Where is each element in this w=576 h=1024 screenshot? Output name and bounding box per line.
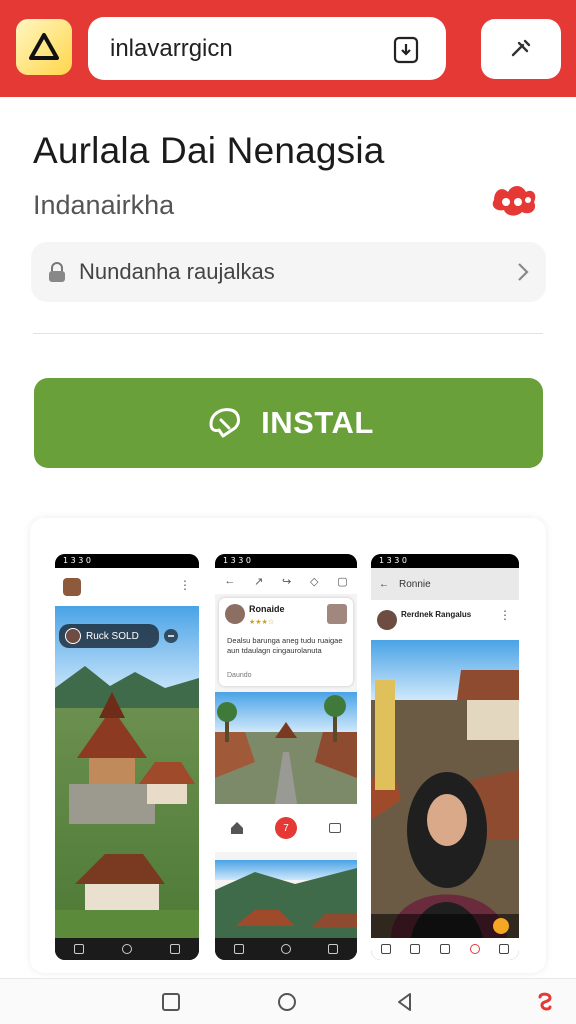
screenshots-carousel[interactable]: 1 3 3 0 ⋮ Ruck SOLD 1 3 3 0 ← ↗ ↪ ◇ ▢ Ro…	[30, 518, 546, 973]
app-header: ← Ronnie	[371, 568, 519, 600]
square-icon[interactable]	[170, 944, 180, 954]
app-header: ⋮	[55, 568, 199, 606]
post-thumbnail	[327, 604, 347, 624]
browser-logo-icon[interactable]	[16, 19, 72, 75]
more-icon[interactable]: ⋮	[499, 608, 511, 622]
browser-toolbar: inlavarrgicn	[0, 0, 576, 97]
app-developer[interactable]: Indanairkha	[33, 190, 174, 221]
recent-apps-icon[interactable]	[160, 991, 182, 1013]
bottom-nav	[371, 938, 519, 960]
home-icon[interactable]	[276, 991, 298, 1013]
circle-icon[interactable]	[280, 944, 291, 954]
header-title: Ronnie	[399, 578, 431, 590]
app-info-text: Nundanha raujalkas	[79, 259, 275, 284]
app-title: Aurlala Dai Nenagsia	[33, 130, 385, 171]
install-button[interactable]: INSTAL	[34, 378, 543, 468]
screenshot-3[interactable]: 1 3 3 0 ← Ronnie Rerdnek Rangalus ⋮	[371, 554, 519, 960]
back-icon[interactable]	[394, 991, 416, 1013]
tools-icon	[511, 39, 531, 57]
screenshot-screen: ← ↗ ↪ ◇ ▢ Ronaide ★★★☆ Dealsu barunga an…	[215, 568, 357, 938]
home-icon[interactable]	[74, 944, 84, 954]
home-icon[interactable]	[380, 944, 391, 954]
post-caption: Dealsu barunga aneg tudu ruaigae aun tda…	[227, 636, 343, 655]
install-label: INSTAL	[261, 405, 374, 440]
screenshot-2[interactable]: 1 3 3 0 ← ↗ ↪ ◇ ▢ Ronaide ★★★☆ Dealsu ba…	[215, 554, 357, 960]
more-icon: ⋮	[179, 578, 191, 592]
house-illustration	[55, 854, 199, 938]
village-photo	[215, 868, 357, 938]
forward-icon[interactable]: ↪	[282, 575, 291, 588]
lock-icon	[49, 262, 65, 282]
screenshot-1[interactable]: 1 3 3 0 ⋮ Ruck SOLD	[55, 554, 199, 960]
rating-stars: ★★★☆	[249, 619, 275, 626]
post-more[interactable]: Daundo	[227, 672, 252, 679]
settings-icon[interactable]	[499, 944, 510, 954]
system-navigation-bar	[0, 978, 576, 1024]
like-icon[interactable]	[163, 628, 179, 644]
status-bar: 1 3 3 0	[55, 554, 199, 568]
avatar	[225, 604, 245, 624]
gallery-icon[interactable]	[410, 944, 421, 954]
video-controls[interactable]	[371, 914, 519, 938]
profile-chip[interactable]: Ruck SOLD	[59, 624, 159, 648]
back-arrow-icon[interactable]: ←	[224, 575, 235, 587]
square-icon[interactable]	[328, 944, 339, 954]
temple-illustration	[69, 692, 195, 824]
avatar	[65, 628, 81, 644]
post-author: Ronaide	[249, 604, 285, 614]
play-icon[interactable]	[493, 918, 509, 934]
app-toolbar: ← ↗ ↪ ◇ ▢	[215, 568, 357, 594]
brand-logo-icon	[492, 186, 536, 216]
avatar	[377, 610, 397, 630]
post-card[interactable]: Ronaide ★★★☆ Dealsu barunga aneg tudu ru…	[219, 598, 353, 686]
street-photo	[215, 695, 357, 804]
shield-icon[interactable]: ◇	[310, 575, 318, 588]
address-bar[interactable]: inlavarrgicn	[88, 17, 446, 80]
screenshot-screen: ⋮ Ruck SOLD	[55, 568, 199, 938]
bottom-nav	[215, 938, 357, 960]
avatar	[63, 578, 81, 596]
chip-text: Ruck SOLD	[86, 630, 139, 642]
screenshot-screen: ← Ronnie Rerdnek Rangalus ⋮	[371, 568, 519, 938]
circle-icon[interactable]	[122, 944, 132, 954]
tools-button[interactable]	[481, 19, 561, 79]
status-bar: 1 3 3 0	[371, 554, 519, 568]
square-icon[interactable]	[439, 944, 450, 954]
share-icon[interactable]: ↗	[254, 575, 263, 588]
record-icon[interactable]	[469, 944, 480, 954]
bottom-nav	[55, 938, 199, 960]
back-arrow-icon[interactable]: ←	[379, 579, 389, 590]
bookmark-icon[interactable]: ▢	[337, 575, 347, 588]
home-icon[interactable]	[231, 822, 243, 834]
portrait-photo	[371, 670, 519, 938]
comment-icon[interactable]	[329, 823, 341, 833]
app-shortcut-icon[interactable]	[534, 991, 556, 1013]
chevron-right-icon	[518, 263, 529, 281]
download-icon[interactable]	[392, 34, 420, 64]
app-info-row[interactable]: Nundanha raujalkas	[31, 242, 546, 302]
post-actions: 7	[215, 804, 357, 852]
post-author: Rerdnek Rangalus	[401, 610, 472, 619]
status-bar: 1 3 3 0	[215, 554, 357, 568]
notification-badge[interactable]: 7	[275, 817, 297, 839]
address-bar-text[interactable]: inlavarrgicn	[110, 35, 233, 63]
divider	[33, 333, 543, 334]
post-header: Rerdnek Rangalus ⋮	[371, 600, 519, 640]
install-icon	[209, 408, 241, 438]
home-icon[interactable]	[233, 944, 244, 954]
